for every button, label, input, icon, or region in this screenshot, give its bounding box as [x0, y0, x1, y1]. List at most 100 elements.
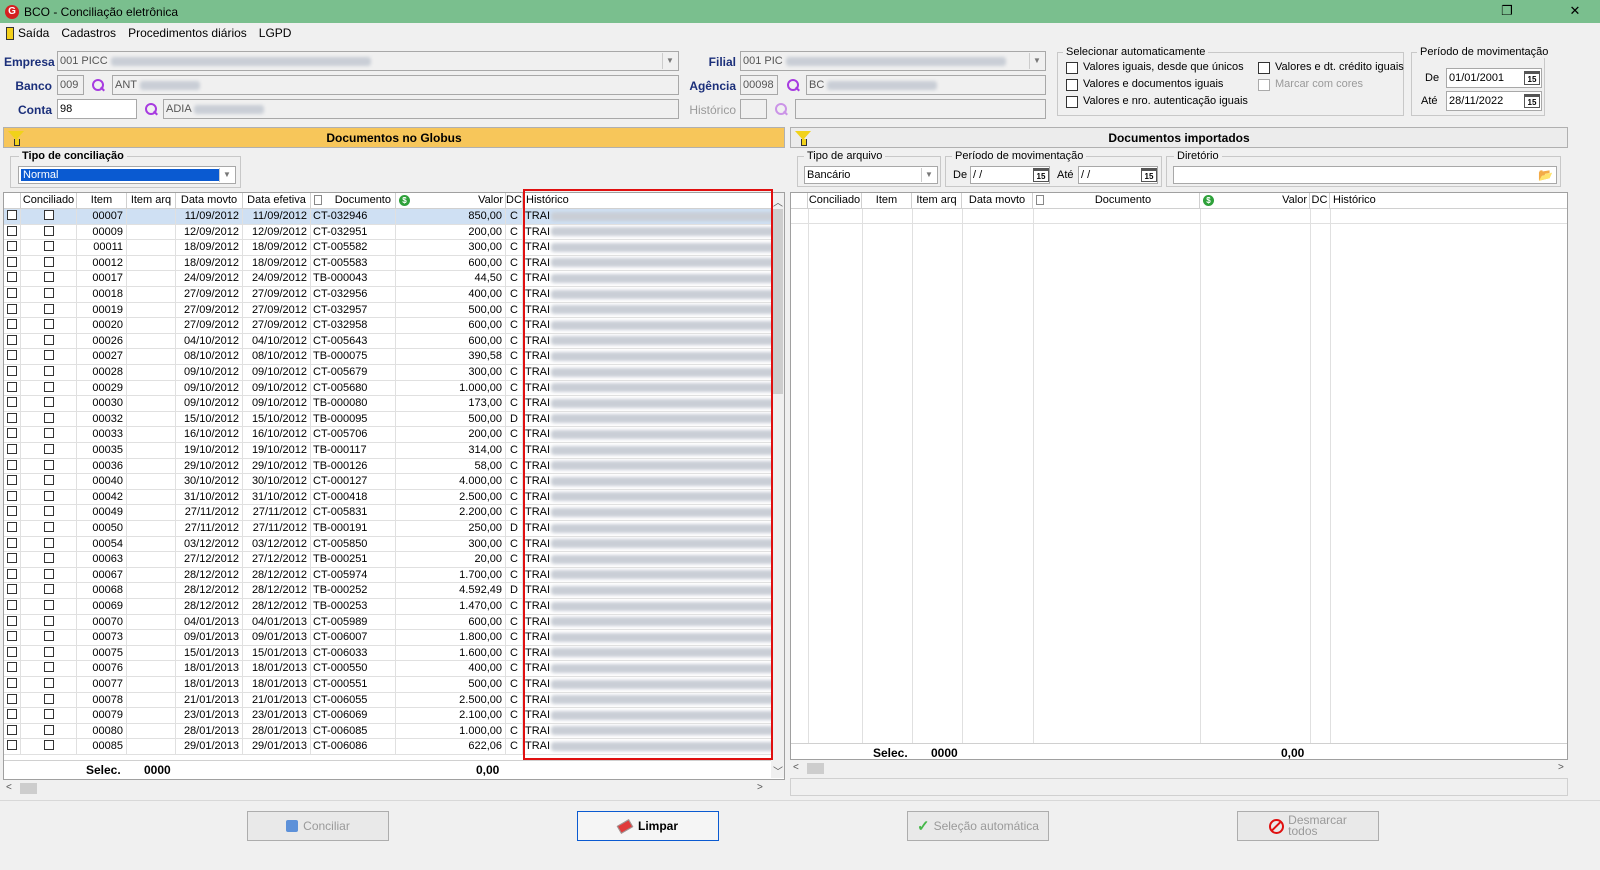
conciliado-checkbox[interactable] [43, 522, 54, 533]
col-item[interactable]: Item [862, 193, 912, 209]
col-conciliado[interactable]: Conciliado [808, 193, 862, 209]
row-select-checkbox[interactable] [7, 428, 17, 439]
conciliado-checkbox[interactable] [43, 631, 54, 642]
col-conciliado[interactable]: Conciliado [21, 193, 77, 209]
limpar-button[interactable]: Limpar [577, 811, 719, 841]
row-select-checkbox[interactable] [7, 241, 17, 252]
col-item-arq[interactable]: Item arq [127, 193, 176, 209]
valores-autenticacao-checkbox[interactable] [1066, 96, 1078, 108]
conciliado-checkbox[interactable] [43, 428, 54, 439]
row-select-checkbox[interactable] [7, 693, 17, 704]
col-valor[interactable]: $ Valor [396, 193, 506, 209]
conta-name-field[interactable]: ADIA [163, 99, 679, 119]
row-select-checkbox[interactable] [7, 568, 17, 579]
conciliado-checkbox[interactable] [43, 615, 54, 626]
conta-field[interactable]: 98 [57, 99, 137, 119]
calendar-icon[interactable]: 15 [1141, 168, 1157, 182]
conciliado-checkbox[interactable] [43, 584, 54, 595]
row-select-checkbox[interactable] [7, 662, 17, 673]
conciliar-button[interactable]: Conciliar [247, 811, 389, 841]
search-icon[interactable] [786, 78, 800, 92]
menu-cadastros[interactable]: Cadastros [55, 26, 122, 40]
conciliado-checkbox[interactable] [43, 241, 54, 252]
row-select-checkbox[interactable] [7, 397, 17, 408]
restore-button[interactable]: ❐ [1484, 0, 1530, 23]
scroll-right-icon[interactable]: > [757, 782, 763, 793]
conciliado-checkbox[interactable] [43, 319, 54, 330]
selecao-automatica-button[interactable]: ✓ Seleção automática [907, 811, 1049, 841]
col-documento[interactable]: Documento [1033, 193, 1200, 209]
menu-procedimentos[interactable]: Procedimentos diários [122, 26, 253, 40]
diretorio-field[interactable]: 📂 [1173, 166, 1557, 184]
conciliado-checkbox[interactable] [43, 350, 54, 361]
col-data-movto[interactable]: Data movto [176, 193, 243, 209]
search-icon[interactable] [144, 102, 158, 116]
row-select-checkbox[interactable] [7, 537, 17, 548]
agencia-name-field[interactable]: BC [806, 75, 1046, 95]
conciliado-checkbox[interactable] [43, 693, 54, 704]
row-select-checkbox[interactable] [7, 272, 17, 283]
filter-icon[interactable] [8, 131, 24, 146]
empresa-select[interactable]: 001 PICC ▼ [57, 51, 679, 71]
row-select-checkbox[interactable] [7, 412, 17, 423]
close-button[interactable]: ✕ [1552, 0, 1598, 23]
conciliado-checkbox[interactable] [43, 225, 54, 236]
scrollbar-thumb[interactable] [773, 209, 783, 394]
col-item[interactable]: Item [77, 193, 127, 209]
right-horizontal-scrollbar[interactable]: < > [790, 760, 1568, 777]
agencia-code-field[interactable]: 00098 [740, 75, 778, 95]
row-select-checkbox[interactable] [7, 678, 17, 689]
conciliado-checkbox[interactable] [43, 381, 54, 392]
col-documento[interactable]: Documento [311, 193, 396, 209]
conciliado-checkbox[interactable] [43, 412, 54, 423]
row-select-checkbox[interactable] [7, 334, 17, 345]
row-select-checkbox[interactable] [7, 256, 17, 267]
left-vertical-scrollbar[interactable]: ︿ ﹀ [771, 193, 784, 778]
valores-credito-checkbox[interactable] [1258, 62, 1270, 74]
scrollbar-thumb[interactable] [20, 783, 37, 794]
banco-code-field[interactable]: 009 [57, 75, 84, 95]
row-select-checkbox[interactable] [7, 288, 17, 299]
scroll-down-icon[interactable]: ﹀ [773, 763, 783, 778]
conciliado-checkbox[interactable] [43, 678, 54, 689]
conciliado-checkbox[interactable] [43, 646, 54, 657]
conciliado-checkbox[interactable] [43, 459, 54, 470]
conciliado-checkbox[interactable] [43, 537, 54, 548]
col-dc[interactable]: DC [1310, 193, 1330, 209]
conciliado-checkbox[interactable] [43, 256, 54, 267]
row-select-checkbox[interactable] [7, 225, 17, 236]
col-valor[interactable]: $ Valor [1200, 193, 1310, 209]
conciliado-checkbox[interactable] [43, 444, 54, 455]
row-select-checkbox[interactable] [7, 459, 17, 470]
conciliado-checkbox[interactable] [43, 709, 54, 720]
row-select-checkbox[interactable] [7, 366, 17, 377]
row-select-checkbox[interactable] [7, 303, 17, 314]
filial-select[interactable]: 001 PIC ▼ [740, 51, 1046, 71]
conciliado-checkbox[interactable] [43, 272, 54, 283]
left-horizontal-scrollbar[interactable]: < > [3, 780, 785, 797]
conciliado-checkbox[interactable] [43, 553, 54, 564]
folder-open-icon[interactable]: 📂 [1538, 168, 1553, 182]
col-data-movto[interactable]: Data movto [962, 193, 1033, 209]
row-select-checkbox[interactable] [7, 600, 17, 611]
conciliado-checkbox[interactable] [43, 475, 54, 486]
row-select-checkbox[interactable] [7, 646, 17, 657]
tipo-conciliacao-select[interactable]: Normal ▼ [18, 166, 236, 184]
scroll-left-icon[interactable]: < [793, 762, 799, 773]
col-data-efetiva[interactable]: Data efetiva [243, 193, 311, 209]
conciliado-checkbox[interactable] [43, 740, 54, 751]
row-select-checkbox[interactable] [7, 350, 17, 361]
row-select-checkbox[interactable] [7, 475, 17, 486]
calendar-icon[interactable]: 15 [1033, 168, 1049, 182]
row-select-checkbox[interactable] [7, 444, 17, 455]
row-select-checkbox[interactable] [7, 724, 17, 735]
col-dc[interactable]: DC [506, 193, 523, 209]
conciliado-checkbox[interactable] [43, 366, 54, 377]
tipo-arquivo-select[interactable]: Bancário ▼ [804, 166, 938, 184]
row-select-checkbox[interactable] [7, 506, 17, 517]
conciliado-checkbox[interactable] [43, 724, 54, 735]
conciliado-checkbox[interactable] [43, 600, 54, 611]
row-select-checkbox[interactable] [7, 210, 17, 221]
calendar-icon[interactable]: 15 [1524, 94, 1540, 108]
banco-name-field[interactable]: ANT [112, 75, 679, 95]
